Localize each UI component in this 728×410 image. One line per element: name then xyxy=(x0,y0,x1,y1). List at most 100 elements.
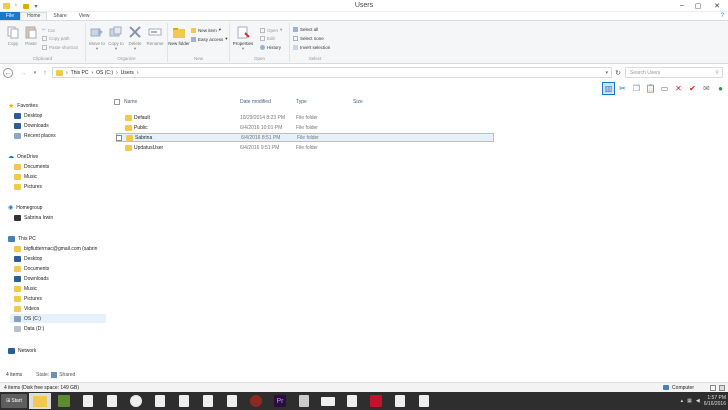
nav-pc-music[interactable]: Music xyxy=(14,284,37,293)
details-view-button[interactable] xyxy=(710,384,716,391)
column-name[interactable]: Name xyxy=(124,99,137,105)
nav-data-d[interactable]: Data (D:) xyxy=(14,324,44,333)
invert-selection-button[interactable]: Invert selection xyxy=(293,45,330,50)
paste-shortcut-button[interactable]: Paste shortcut xyxy=(42,45,78,50)
breadcrumb-this-pc[interactable]: This PC xyxy=(71,70,89,76)
easy-access-button[interactable]: Easy access ▾ xyxy=(191,36,228,42)
nav-onedrive-music[interactable]: Music xyxy=(14,172,37,181)
taskbar-minecraft[interactable] xyxy=(53,393,75,409)
column-size[interactable]: Size xyxy=(353,99,363,105)
copy-path-button[interactable]: Copy path xyxy=(42,36,70,41)
tab-file[interactable]: File xyxy=(0,12,21,20)
table-row[interactable]: Public 6/4/2016 10:01 PM File folder xyxy=(116,123,494,132)
chevron-up-icon[interactable]: ▴ xyxy=(681,398,684,404)
up-button[interactable]: ↑ xyxy=(40,68,50,78)
pane-icon[interactable]: ▥ xyxy=(602,81,615,95)
select-all-checkbox[interactable] xyxy=(114,99,120,105)
help-icon[interactable]: ? xyxy=(721,13,724,19)
new-item-button[interactable]: New item ▾ xyxy=(191,27,221,33)
search-input[interactable]: Search Users ⚲ xyxy=(625,67,723,78)
taskbar-window[interactable] xyxy=(317,393,339,409)
refresh-button[interactable]: ↻ xyxy=(613,68,623,78)
tab-home[interactable]: Home xyxy=(20,12,48,20)
rename-button[interactable]: Rename xyxy=(144,25,166,46)
taskbar-app-red[interactable] xyxy=(365,393,387,409)
taskbar-premiere[interactable]: Pr xyxy=(269,393,291,409)
taskbar-explorer[interactable] xyxy=(29,393,51,409)
column-date-modified[interactable]: Date modified xyxy=(240,99,271,105)
nav-recent-places[interactable]: Recent places xyxy=(14,131,56,140)
delete-icon[interactable]: ✕ xyxy=(672,82,685,95)
nav-os-c[interactable]: OS (C:) xyxy=(10,314,106,323)
mail-icon[interactable]: ✉ xyxy=(700,82,713,95)
taskbar-photo[interactable] xyxy=(293,393,315,409)
nav-onedrive-pictures[interactable]: Pictures xyxy=(14,182,42,191)
select-none-button[interactable]: Select none xyxy=(293,36,324,41)
minimize-button[interactable]: – xyxy=(674,0,690,11)
taskbar-file[interactable] xyxy=(77,393,99,409)
start-button[interactable]: ⊞ Start xyxy=(1,394,27,408)
scissors-icon[interactable]: ✂ xyxy=(616,82,629,95)
nav-network[interactable]: Network xyxy=(8,346,36,355)
nav-pc-videos[interactable]: Videos xyxy=(14,304,39,313)
taskbar-file-4[interactable] xyxy=(173,393,195,409)
taskbar-file-6[interactable] xyxy=(221,393,243,409)
edit-button[interactable]: Edit xyxy=(260,36,275,41)
close-button[interactable]: ✕ xyxy=(706,0,728,11)
paste-icon[interactable]: 📋 xyxy=(644,82,657,95)
taskbar-file-9[interactable] xyxy=(413,393,435,409)
history-button[interactable]: History xyxy=(260,45,281,50)
breadcrumb-users[interactable]: Users xyxy=(121,70,134,76)
checkmark-icon[interactable]: ✔ xyxy=(686,82,699,95)
select-all-button[interactable]: Select all xyxy=(293,27,318,32)
nav-pc-desktop[interactable]: Desktop xyxy=(14,254,42,263)
nav-pc-pictures[interactable]: Pictures xyxy=(14,294,42,303)
volume-icon[interactable]: ◀ xyxy=(696,398,700,404)
tab-share[interactable]: Share xyxy=(47,12,72,20)
taskbar-file-2[interactable] xyxy=(101,393,123,409)
forward-button[interactable]: → xyxy=(18,68,28,78)
nav-this-pc[interactable]: This PC xyxy=(8,234,36,243)
nav-downloads[interactable]: Downloads xyxy=(14,121,49,130)
nav-pc-downloads[interactable]: Downloads xyxy=(14,274,49,283)
pictures-icon xyxy=(14,295,21,302)
row-checkbox[interactable] xyxy=(116,134,122,141)
table-row[interactable]: Sabrina 6/4/2016 8:51 PM File folder xyxy=(116,133,494,142)
open-button[interactable]: Open ▾ xyxy=(260,27,282,33)
taskbar-file-8[interactable] xyxy=(389,393,411,409)
nav-onedrive[interactable]: ☁ OneDrive xyxy=(8,152,38,161)
tab-view[interactable]: View xyxy=(73,12,96,20)
taskbar-file-3[interactable] xyxy=(149,393,171,409)
breadcrumb-os-c[interactable]: OS (C:) xyxy=(96,70,113,76)
network-icon[interactable]: ▦ xyxy=(687,398,692,404)
nav-onedrive-documents[interactable]: Documents xyxy=(14,162,49,171)
cut-button[interactable]: ✂ Cut xyxy=(42,27,55,33)
copy-icon[interactable]: ❐ xyxy=(630,82,643,95)
taskbar-record[interactable] xyxy=(245,393,267,409)
recent-locations-button[interactable]: ▾ xyxy=(30,68,40,78)
table-row[interactable]: Default 10/29/2014 8:23 PM File folder xyxy=(116,113,494,122)
chevron-down-icon[interactable]: ▾ xyxy=(605,70,608,76)
new-folder-button[interactable]: New folder xyxy=(168,25,190,46)
nav-homegroup-user[interactable]: Sabrina Irwin xyxy=(14,213,53,222)
nav-user-folder[interactable]: bigflutterrnac@gmail.com (sabrin xyxy=(14,244,97,253)
clock[interactable]: 1:57 PM 6/16/2016 xyxy=(704,395,726,407)
nav-favorites[interactable]: ★ Favorites xyxy=(8,101,38,110)
column-type[interactable]: Type xyxy=(296,99,307,105)
globe-icon[interactable]: ● xyxy=(714,82,727,95)
nav-pc-documents[interactable]: Documents xyxy=(14,264,49,273)
paste-button[interactable]: Paste xyxy=(20,25,42,46)
maximize-button[interactable]: ▢ xyxy=(690,0,706,11)
address-input[interactable]: › This PC › OS (C:) › Users › ▾ xyxy=(52,67,612,78)
nav-desktop[interactable]: Desktop xyxy=(14,111,42,120)
properties-button[interactable]: Properties ▾ xyxy=(232,25,254,51)
table-row[interactable]: UpdatusUser 6/4/2016 9:51 PM File folder xyxy=(116,143,494,152)
large-icons-view-button[interactable] xyxy=(719,384,725,391)
taskbar-file-7[interactable] xyxy=(341,393,363,409)
document-icon[interactable]: ▭ xyxy=(658,82,671,95)
taskbar-discord[interactable] xyxy=(125,393,147,409)
nav-homegroup[interactable]: ◉ Homegroup xyxy=(8,203,42,212)
back-button[interactable]: ← xyxy=(3,68,13,78)
delete-button[interactable]: Delete ▾ xyxy=(124,25,146,51)
taskbar-file-5[interactable] xyxy=(197,393,219,409)
